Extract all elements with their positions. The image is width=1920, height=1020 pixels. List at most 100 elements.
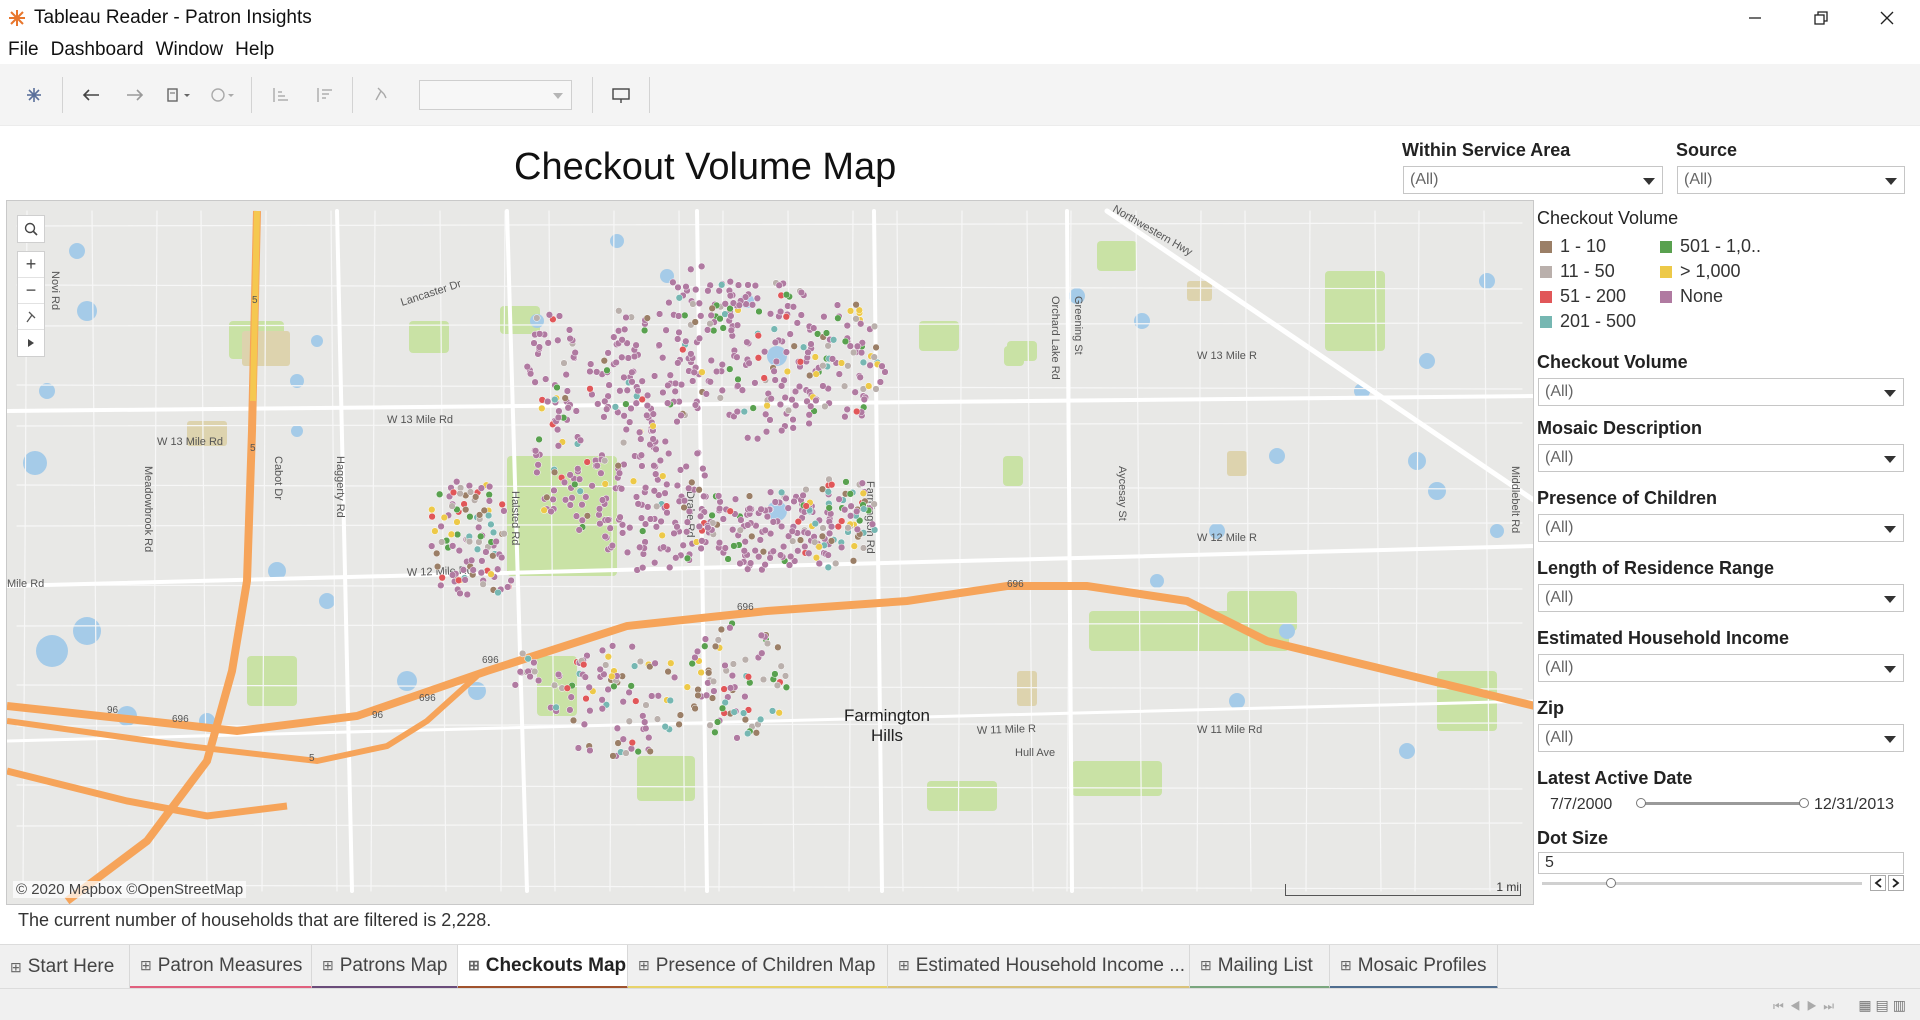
- legend-swatch: [1660, 240, 1672, 253]
- household-dot: [807, 402, 815, 410]
- zoom-in-button[interactable]: +: [18, 252, 44, 278]
- household-dot: [650, 372, 659, 380]
- household-dot: [596, 520, 604, 528]
- date-range-track[interactable]: [1642, 802, 1804, 805]
- map-tools-expand-button[interactable]: [18, 330, 44, 356]
- tab-mailing-list[interactable]: ⊞ Mailing List: [1190, 945, 1330, 989]
- sheet-navigation-icon[interactable]: ⏮◀▶⏭: [1773, 999, 1840, 1014]
- undo-button[interactable]: [69, 75, 113, 115]
- dot-size-input[interactable]: 5: [1538, 852, 1904, 874]
- checkout-volume-dropdown[interactable]: (All): [1538, 378, 1904, 406]
- road-label: W 11 Mile R: [977, 723, 1037, 737]
- household-dot: [604, 653, 612, 661]
- road-label: Novi Rd: [49, 271, 61, 310]
- view-grid-icon[interactable]: ▦▤▥: [1858, 997, 1910, 1014]
- household-dot: [777, 522, 786, 531]
- household-dot: [674, 359, 682, 367]
- household-dot: [759, 548, 768, 556]
- dot-size-handle[interactable]: [1606, 878, 1616, 888]
- redo-button[interactable]: [113, 75, 157, 115]
- tableau-home-button[interactable]: [12, 75, 56, 115]
- pin-map-button[interactable]: [18, 304, 44, 330]
- household-dot: [625, 717, 633, 725]
- map-search-button[interactable]: [17, 215, 45, 243]
- household-dot: [846, 490, 854, 498]
- household-dot: [820, 313, 828, 321]
- household-dot: [643, 401, 652, 410]
- tab-checkouts-map[interactable]: ⊞ Checkouts Map: [458, 945, 628, 989]
- estimated-household-income-dropdown[interactable]: (All): [1538, 654, 1904, 682]
- household-dot: [866, 361, 874, 369]
- triangle-right-icon: [28, 339, 34, 347]
- date-range-start-handle[interactable]: [1636, 798, 1646, 808]
- tab-presence-of-children-map[interactable]: ⊞ Presence of Children Map: [628, 945, 888, 989]
- checkout-volume-map[interactable]: W 13 Mile Rd W 13 Mile Rd W 13 Mile R W 12 …: [6, 200, 1534, 905]
- legend-item[interactable]: 201 - 500: [1540, 311, 1636, 332]
- household-dot: [673, 417, 681, 426]
- household-dot: [714, 636, 722, 644]
- mosaic-description-dropdown[interactable]: (All): [1538, 444, 1904, 472]
- tab-patron-measures[interactable]: ⊞ Patron Measures: [130, 945, 312, 989]
- sort-descending-button[interactable]: [302, 75, 346, 115]
- tab-estimated-household-income[interactable]: ⊞ Estimated Household Income ...: [888, 945, 1190, 989]
- household-dot: [661, 437, 669, 446]
- household-dot: [550, 681, 559, 689]
- dot-size-track[interactable]: [1542, 882, 1862, 885]
- household-dot: [565, 326, 574, 334]
- legend-item[interactable]: None: [1660, 286, 1723, 307]
- household-dot: [849, 348, 858, 357]
- length-of-residence-value: (All): [1545, 589, 1574, 606]
- presentation-mode-button[interactable]: [599, 75, 643, 115]
- revert-button[interactable]: [157, 75, 201, 115]
- map-attribution[interactable]: © 2020 Mapbox ©OpenStreetMap: [13, 881, 247, 898]
- legend-item[interactable]: 1 - 10: [1540, 236, 1606, 257]
- length-of-residence-dropdown[interactable]: (All): [1538, 584, 1904, 612]
- household-dot: [819, 382, 827, 390]
- highlight-button[interactable]: [359, 75, 403, 115]
- household-dot: [679, 345, 687, 354]
- household-dot: [637, 514, 646, 522]
- legend-item[interactable]: 501 - 1,0..: [1660, 236, 1761, 257]
- tab-patrons-map[interactable]: ⊞ Patrons Map: [312, 945, 458, 989]
- legend-item[interactable]: 51 - 200: [1540, 286, 1626, 307]
- date-range-end-handle[interactable]: [1799, 798, 1809, 808]
- close-button[interactable]: [1854, 0, 1920, 36]
- road-label: Greening St: [1072, 296, 1084, 355]
- menu-help[interactable]: Help: [231, 39, 282, 61]
- household-dot: [740, 547, 748, 555]
- dot-size-decrease-button[interactable]: [1870, 875, 1886, 891]
- presence-of-children-dropdown[interactable]: (All): [1538, 514, 1904, 542]
- menu-dashboard[interactable]: Dashboard: [47, 39, 152, 61]
- household-dot: [553, 383, 561, 392]
- sort-ascending-button[interactable]: [258, 75, 302, 115]
- household-dot: [576, 487, 584, 495]
- tab-mosaic-profiles[interactable]: ⊞ Mosaic Profiles: [1330, 945, 1498, 989]
- highlight-combo[interactable]: [419, 79, 572, 110]
- chevron-down-icon: [1885, 178, 1897, 185]
- tab-start-here[interactable]: ⊞ Start Here: [0, 945, 130, 989]
- refresh-button[interactable]: [201, 75, 245, 115]
- source-dropdown[interactable]: (All): [1677, 166, 1905, 194]
- household-dot: [852, 301, 860, 309]
- zoom-out-button[interactable]: −: [18, 278, 44, 304]
- minimize-button[interactable]: [1722, 0, 1788, 36]
- within-service-area-dropdown[interactable]: (All): [1403, 166, 1663, 194]
- legend-item[interactable]: 11 - 50: [1540, 261, 1615, 282]
- checkout-volume-label: Checkout Volume: [1537, 352, 1688, 372]
- household-dot: [703, 326, 712, 334]
- legend-item[interactable]: > 1,000: [1660, 261, 1741, 282]
- map-canvas[interactable]: W 13 Mile Rd W 13 Mile Rd W 13 Mile R W 12 …: [7, 201, 1534, 905]
- status-bar: ⏮◀▶⏭ ▦▤▥: [0, 988, 1920, 1020]
- restore-button[interactable]: [1788, 0, 1854, 36]
- road-label: Cabot Dr: [272, 456, 284, 500]
- household-dot: [834, 522, 842, 531]
- zip-dropdown[interactable]: (All): [1538, 724, 1904, 752]
- household-dot: [567, 693, 575, 701]
- household-dot: [651, 659, 659, 667]
- dashboard-tab-icon: ⊞: [322, 957, 334, 973]
- household-dot: [595, 505, 604, 513]
- menu-window[interactable]: Window: [152, 39, 232, 61]
- dot-size-increase-button[interactable]: [1888, 875, 1904, 891]
- household-dot: [526, 672, 534, 681]
- menu-file[interactable]: File: [4, 39, 47, 61]
